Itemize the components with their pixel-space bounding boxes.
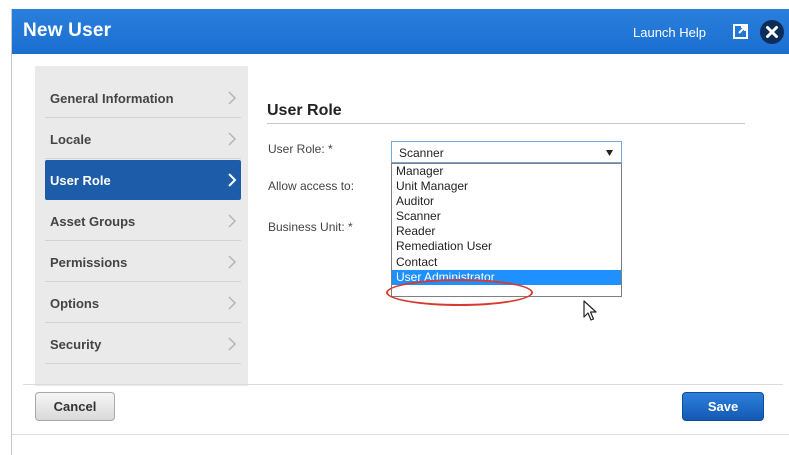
dialog-title: New User — [23, 20, 112, 41]
nav-item-options[interactable]: Options — [45, 283, 241, 323]
nav-item-asset-groups[interactable]: Asset Groups — [45, 201, 241, 241]
save-button[interactable]: Save — [682, 392, 764, 421]
nav-item-label: Security — [50, 337, 102, 352]
close-icon — [766, 26, 778, 38]
dropdown-option-user-administrator[interactable]: User Administrator — [392, 269, 621, 285]
business-unit-label: Business Unit: * — [268, 220, 353, 234]
mouse-pointer-icon — [583, 300, 597, 321]
nav-item-label: Locale — [50, 132, 92, 147]
dropdown-option-remediation-user[interactable]: Remediation User — [392, 239, 621, 254]
dropdown-option-unit-manager[interactable]: Unit Manager — [392, 179, 621, 194]
chevron-right-icon — [228, 214, 237, 228]
user-role-label: User Role: * — [268, 142, 333, 156]
dropdown-option-manager[interactable]: Manager — [392, 164, 621, 179]
cancel-button[interactable]: Cancel — [35, 392, 115, 421]
nav-item-security[interactable]: Security — [45, 324, 241, 364]
chevron-right-icon — [228, 91, 237, 105]
user-role-select-value: Scanner — [399, 146, 444, 160]
new-user-dialog: New User Launch Help General Information… — [11, 9, 789, 455]
dialog-titlebar: New User Launch Help — [12, 9, 789, 54]
dropdown-option-scanner[interactable]: Scanner — [392, 209, 621, 224]
nav-item-label: Permissions — [50, 255, 128, 270]
close-button[interactable] — [760, 20, 784, 44]
nav-item-label: User Role — [50, 173, 111, 188]
popout-icon[interactable] — [732, 22, 750, 40]
chevron-right-icon — [228, 173, 237, 187]
nav-item-label: Options — [50, 296, 100, 311]
chevron-right-icon — [228, 337, 237, 351]
nav-item-user-role[interactable]: User Role — [45, 160, 241, 200]
chevron-right-icon — [228, 296, 237, 310]
nav-item-permissions[interactable]: Permissions — [45, 242, 241, 282]
nav-item-general-information[interactable]: General Information — [45, 78, 241, 118]
allow-access-label: Allow access to: — [268, 179, 355, 193]
dropdown-option-reader[interactable]: Reader — [392, 224, 621, 239]
nav-item-label: Asset Groups — [50, 214, 136, 229]
footer-divider — [23, 384, 783, 385]
launch-help-link[interactable]: Launch Help — [633, 25, 706, 40]
nav-item-locale[interactable]: Locale — [45, 119, 241, 159]
dialog-bottom-border — [12, 434, 789, 435]
nav-item-label: General Information — [50, 91, 174, 106]
dialog-content: General Information Locale User Role Ass… — [23, 54, 783, 386]
user-role-dropdown-list: Manager Unit Manager Auditor Scanner Rea… — [391, 163, 622, 297]
dropdown-option-auditor[interactable]: Auditor — [392, 194, 621, 209]
chevron-right-icon — [228, 255, 237, 269]
dropdown-option-contact[interactable]: Contact — [392, 255, 621, 270]
dropdown-arrow-icon — [606, 150, 613, 156]
section-divider — [267, 123, 745, 124]
left-nav: General Information Locale User Role Ass… — [35, 66, 248, 386]
chevron-right-icon — [228, 132, 237, 146]
user-role-select[interactable]: Scanner — [391, 141, 622, 163]
section-title: User Role — [267, 102, 342, 119]
